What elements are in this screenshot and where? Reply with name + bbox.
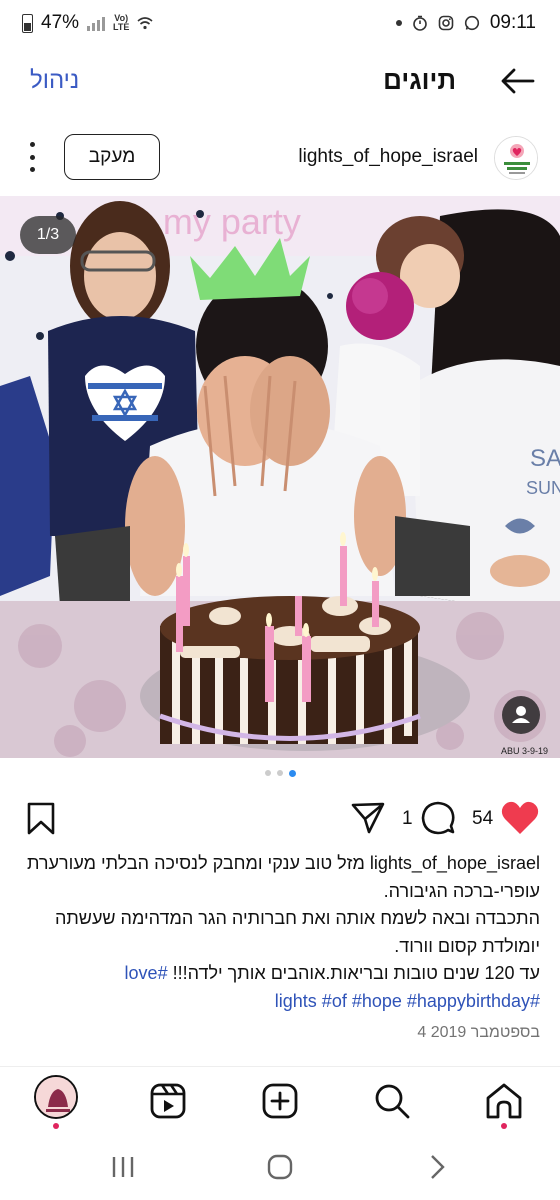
svg-text:SUN: SUN	[526, 478, 560, 498]
carousel-dot	[264, 770, 271, 776]
follow-button[interactable]: מעקב	[64, 134, 160, 180]
battery-percent: 47%	[41, 12, 80, 33]
create-icon[interactable]	[260, 1081, 300, 1121]
hashtag-love[interactable]: #love	[125, 963, 168, 983]
bookmark-icon[interactable]	[26, 802, 56, 836]
svg-text:SA: SA	[530, 445, 560, 472]
like-count: 54	[472, 808, 494, 829]
comment-count: 1	[402, 808, 413, 829]
caption-username[interactable]: lights_of_hope_israel	[370, 853, 540, 873]
notification-dot-icon	[395, 20, 402, 26]
home-notification-dot	[501, 1123, 507, 1129]
carousel-page-counter: 1/3	[20, 216, 76, 254]
post-photo[interactable]: it's my party SA SUN 1/3 ABU 3-9-19	[0, 196, 560, 758]
reels-icon[interactable]	[148, 1081, 188, 1121]
lights-of-hope-logo-icon	[495, 137, 537, 179]
signal-icon	[87, 15, 106, 31]
caption-line-3: עד 120 שנים טובות ובריאות.אוהבים אותך יל…	[167, 963, 540, 983]
status-bar: 47% Vo) LTE 09:11	[0, 0, 560, 50]
back-button-icon[interactable]	[422, 1152, 452, 1182]
manage-link[interactable]: ניהול	[30, 67, 79, 95]
post-header: מעקב lights_of_hope_israel	[0, 130, 560, 186]
home-icon[interactable]	[484, 1081, 524, 1121]
carousel-dot	[276, 770, 283, 776]
person-icon	[512, 706, 530, 723]
caption-line-2: התכבדה ובאה לשמח אותה ואת חברותיה הגר המ…	[54, 908, 540, 956]
clock: 09:11	[489, 12, 536, 33]
more-options-icon[interactable]	[22, 142, 42, 172]
system-navigation	[0, 1134, 560, 1200]
page-title: תיוגים	[383, 65, 456, 95]
timer-icon	[413, 15, 427, 31]
wifi-icon	[137, 17, 153, 30]
tagged-users-button[interactable]	[502, 696, 540, 734]
share-icon[interactable]	[350, 800, 386, 836]
post-actions: 1 54	[0, 796, 560, 842]
recent-apps-icon[interactable]	[108, 1152, 138, 1182]
profile-avatar-icon[interactable]	[34, 1075, 78, 1119]
photo-date-stamp: ABU 3-9-19	[500, 746, 548, 756]
instagram-icon	[438, 15, 454, 31]
status-right: 09:11	[395, 12, 536, 34]
post-caption: lights_of_hope_israel מזל טוב ענקי ומחבק…	[20, 850, 540, 1015]
battery-icon	[22, 13, 33, 33]
comment-icon[interactable]	[420, 800, 456, 836]
whatsapp-icon	[464, 15, 479, 31]
search-icon[interactable]	[372, 1081, 412, 1121]
post-date: 4 בספטמבר 2019	[417, 1024, 540, 1041]
avatar[interactable]	[494, 136, 538, 180]
profile-logo-icon	[36, 1077, 76, 1117]
volte-icon: Vo) LTE	[113, 13, 130, 32]
status-left: 47% Vo) LTE	[22, 12, 153, 34]
back-arrow-icon[interactable]	[500, 67, 536, 95]
hashtags[interactable]: #lights #of #hope #happybirthday	[275, 991, 540, 1011]
birthday-party-photo: it's my party SA SUN	[0, 196, 560, 758]
top-header: ניהול תיוגים	[0, 55, 560, 107]
carousel-dot-active	[288, 770, 296, 777]
bottom-navigation	[0, 1066, 560, 1132]
heart-icon[interactable]	[500, 800, 540, 836]
profile-notification-dot	[53, 1123, 59, 1129]
post-username[interactable]: lights_of_hope_israel	[298, 146, 478, 168]
carousel-indicator	[0, 770, 560, 782]
home-button-icon[interactable]	[265, 1152, 295, 1182]
